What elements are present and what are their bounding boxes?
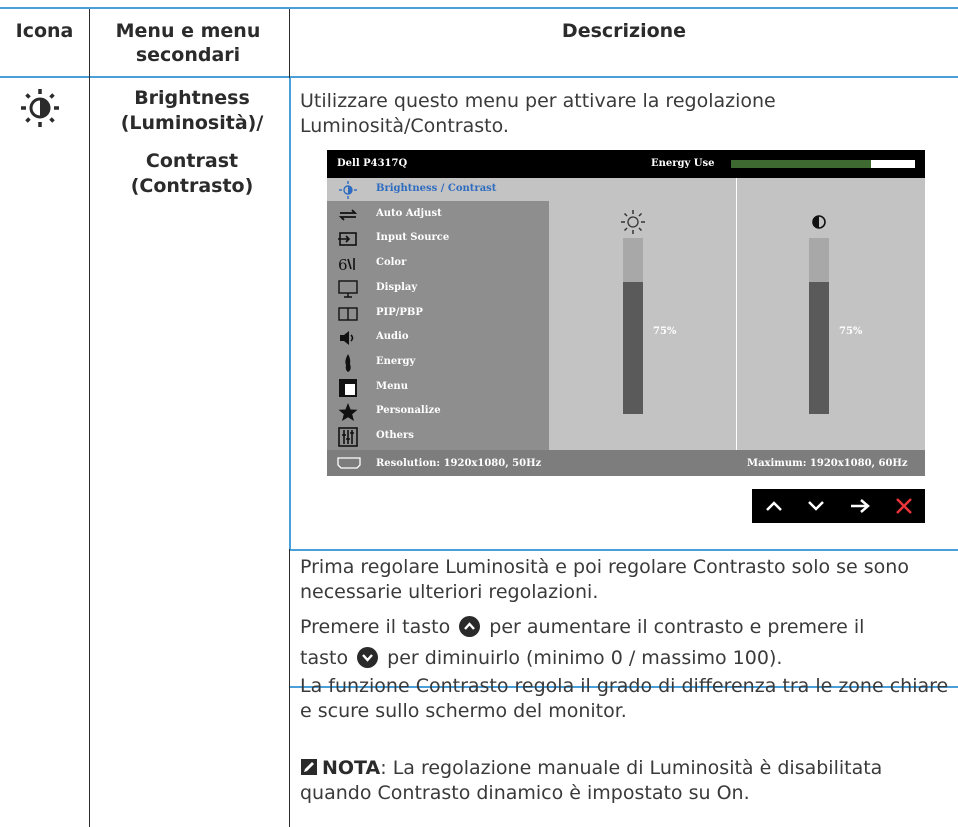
brightness-icon bbox=[18, 86, 62, 130]
energy-icon bbox=[337, 353, 359, 373]
osd-menu-item-label: Display bbox=[376, 281, 418, 293]
note-label: NOTA bbox=[322, 757, 381, 779]
osd-menu: Brightness / Contrast Auto Adjust Input So… bbox=[327, 178, 549, 450]
osd-screen: Dell P4317Q Energy Use Brightness / Cont… bbox=[327, 150, 925, 476]
header-icon: Icona bbox=[15, 20, 74, 42]
osd-menu-item-label: Energy bbox=[376, 355, 416, 367]
osd-menu-item[interactable]: Energy bbox=[327, 351, 549, 375]
osd-divider bbox=[736, 178, 737, 450]
osd-menu-item[interactable]: Input Source bbox=[327, 227, 549, 251]
osd-maximum: Maximum: 1920x1080, 60Hz bbox=[747, 458, 908, 469]
menu-label-1: Brightness bbox=[134, 87, 250, 109]
osd-menu-item-label: Menu bbox=[376, 380, 408, 392]
osd-menu-item-label: Personalize bbox=[376, 405, 441, 417]
contrast-value: 75% bbox=[839, 326, 863, 337]
pip-pbp-icon bbox=[337, 304, 359, 324]
header-description: Descrizione bbox=[561, 20, 687, 42]
up-button-icon bbox=[459, 616, 481, 637]
osd-title-bar: Dell P4317Q Energy Use bbox=[327, 150, 925, 178]
osd-menu-item[interactable]: Audio bbox=[327, 326, 549, 350]
header-menu: Menu e menu secondari bbox=[115, 20, 261, 66]
osd-menu-item-label: Others bbox=[376, 430, 414, 441]
col-divider-1 bbox=[89, 9, 90, 827]
contrast-slider[interactable] bbox=[809, 238, 829, 414]
note-text: : La regolazione manuale di Luminosità è… bbox=[300, 757, 883, 804]
osd-menu-item[interactable]: PIP/PBP bbox=[327, 302, 549, 326]
osd-menu-item-label: Audio bbox=[376, 331, 409, 343]
up-arrow-icon[interactable] bbox=[758, 493, 790, 519]
desc-paragraph-1: Prima regolare Luminosità e poi regolare… bbox=[300, 556, 909, 603]
brightness-sun-icon bbox=[619, 208, 647, 236]
desc-paragraph-2: Premere il tasto per aumentare il contra… bbox=[300, 612, 950, 674]
pencil-icon bbox=[300, 758, 318, 776]
close-icon[interactable] bbox=[888, 493, 920, 519]
brightness-icon bbox=[337, 180, 359, 200]
osd-menu-item[interactable]: Display bbox=[327, 277, 549, 301]
osd-menu-item[interactable]: Brightness / Contrast bbox=[327, 178, 549, 202]
col-divider-2-row bbox=[289, 78, 291, 549]
osd-status-bar: Resolution: 1920x1080, 50Hz Maximum: 192… bbox=[327, 450, 925, 476]
osd-menu-item-label: Input Source bbox=[376, 232, 450, 244]
osd-menu-item-label: Auto Adjust bbox=[376, 207, 442, 219]
osd-model: Dell P4317Q bbox=[337, 158, 408, 169]
brightness-value: 75% bbox=[653, 326, 677, 337]
input-source-icon bbox=[337, 229, 359, 249]
p2-part-b: per aumentare il contrasto e premere il bbox=[489, 616, 865, 638]
osd-menu-item[interactable]: Personalize bbox=[327, 400, 549, 424]
down-button-icon bbox=[357, 647, 379, 668]
note-block: NOTA: La regolazione manuale di Luminosi… bbox=[300, 756, 950, 806]
osd-menu-item[interactable]: 6 Color bbox=[327, 252, 549, 276]
p2-part-c: tasto bbox=[300, 647, 349, 669]
osd-menu-item-label: Color bbox=[376, 257, 407, 269]
osd-menu-item-label: Brightness / Contrast bbox=[376, 183, 497, 194]
p2-part-d: per diminuirlo (minimo 0 / massimo 100). bbox=[387, 647, 783, 669]
energy-use-fill bbox=[731, 160, 871, 168]
svg-text:6: 6 bbox=[338, 256, 348, 274]
contrast-slider-remaining bbox=[809, 238, 829, 282]
contrast-icon bbox=[805, 208, 833, 236]
display-icon bbox=[337, 279, 359, 299]
p2-part-a: Premere il tasto bbox=[300, 616, 451, 638]
osd-energy-label: Energy Use bbox=[651, 158, 715, 169]
others-icon bbox=[337, 427, 359, 447]
osd-resolution: Resolution: 1920x1080, 50Hz bbox=[376, 458, 542, 469]
down-arrow-icon[interactable] bbox=[800, 493, 832, 519]
osd-menu-item[interactable]: Auto Adjust bbox=[327, 203, 549, 227]
osd-menu-item[interactable]: Menu bbox=[327, 376, 549, 400]
osd-nav-buttons bbox=[752, 489, 925, 523]
menu-icon bbox=[337, 378, 359, 398]
auto-adjust-icon bbox=[337, 205, 359, 225]
energy-use-bar bbox=[731, 160, 915, 168]
header-bottom-rule bbox=[0, 76, 958, 78]
intro-text: Utilizzare questo menu per attivare la r… bbox=[300, 90, 776, 137]
osd-menu-item[interactable]: Others bbox=[327, 425, 549, 449]
audio-icon bbox=[337, 328, 359, 348]
menu-label-3: Contrast bbox=[145, 150, 239, 172]
osd-menu-item-label: PIP/PBP bbox=[376, 306, 423, 318]
desc-paragraph-3-visible: La funzione Contrasto regola il grado di… bbox=[300, 674, 950, 724]
brightness-slider-remaining bbox=[623, 238, 643, 282]
p3-text: La funzione Contrasto regola il grado di… bbox=[300, 675, 949, 722]
star-icon bbox=[337, 402, 359, 422]
table-top-rule bbox=[0, 7, 958, 9]
desc-inner-rule bbox=[290, 549, 958, 551]
menu-label-4: (Contrasto) bbox=[130, 175, 254, 197]
brightness-slider[interactable] bbox=[623, 238, 643, 414]
right-arrow-icon[interactable] bbox=[844, 493, 876, 519]
hdmi-port-icon bbox=[337, 456, 361, 470]
menu-label-2: (Luminosità)/ bbox=[120, 112, 264, 134]
color-icon: 6 bbox=[337, 254, 359, 274]
